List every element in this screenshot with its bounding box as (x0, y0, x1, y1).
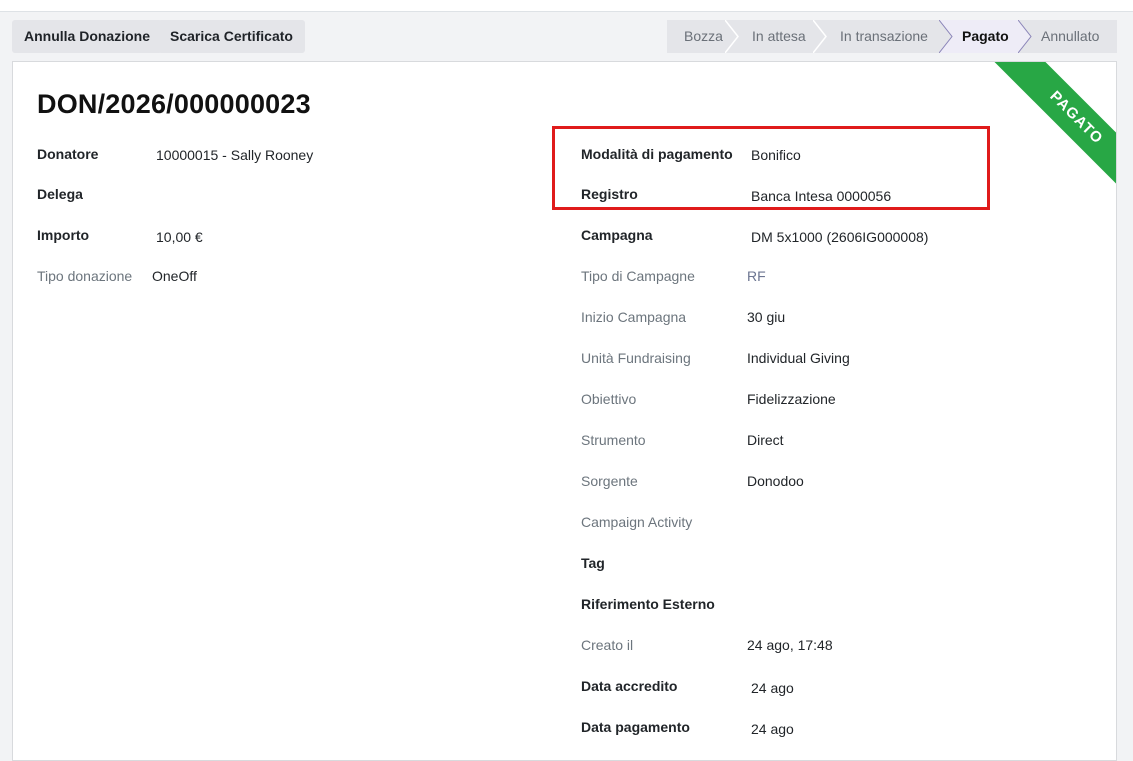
field-label-inizio-campagna: Inizio Campagna (581, 309, 687, 325)
field-label-riferimento-esterno: Riferimento Esterno (581, 596, 715, 612)
stage-pagato[interactable]: Pagato (939, 20, 1032, 53)
field-label-sorgente: Sorgente (581, 473, 638, 489)
field-label-data-accredito: Data accredito (581, 678, 678, 694)
status-ribbon-label: PAGATO (981, 62, 1116, 212)
stage-label: Annullato (1041, 28, 1100, 44)
stage-in-attesa[interactable]: In attesa (732, 20, 827, 53)
field-label-obiettivo: Obiettivo (581, 391, 637, 407)
cancel-donation-button[interactable]: Annulla Donazione (12, 20, 162, 53)
field-value-creato-il: 24 ago, 17:48 (747, 637, 833, 653)
field-label-campagna: Campagna (581, 227, 653, 243)
field-value-strumento: Direct (747, 432, 784, 448)
field-label-strumento: Strumento (581, 432, 646, 448)
field-value-importo[interactable]: 10,00 € (156, 229, 203, 245)
field-value-sorgente: Donodoo (747, 473, 804, 489)
field-label-unita-fundraising: Unità Fundraising (581, 350, 691, 366)
stage-label: Bozza (684, 28, 723, 44)
field-label-data-pagamento: Data pagamento (581, 719, 690, 735)
download-certificate-button[interactable]: Scarica Certificato (158, 20, 305, 53)
field-label-campaign-activity: Campaign Activity (581, 514, 693, 530)
top-divider (0, 0, 1133, 12)
field-value-tipo-campagne: RF (747, 268, 766, 284)
field-value-inizio-campagna: 30 giu (747, 309, 786, 325)
stage-label: In attesa (752, 28, 806, 44)
field-value-unita-fundraising: Individual Giving (747, 350, 850, 366)
stage-in-transazione[interactable]: In transazione (820, 20, 939, 53)
field-value-obiettivo: Fidelizzazione (747, 391, 836, 407)
stage-bozza[interactable]: Bozza (667, 20, 739, 53)
page-title: DON/2026/000000023 (37, 89, 311, 119)
chevron-separator-icon (939, 20, 953, 53)
field-value-donatore[interactable]: 10000015 - Sally Rooney (156, 147, 313, 163)
field-value-data-accredito[interactable]: 24 ago (751, 680, 794, 696)
stage-label: In transazione (840, 28, 928, 44)
stage-label: Pagato (962, 28, 1009, 44)
highlight-box (552, 126, 990, 210)
field-value-campagna[interactable]: DM 5x1000 (2606IG000008) (751, 229, 928, 245)
field-label-tipo-campagne: Tipo di Campagne (581, 268, 695, 284)
field-label-delega: Delega (37, 186, 83, 202)
field-label-importo: Importo (37, 227, 90, 243)
status-bar: Bozza In attesa In transazione Pagato An… (667, 20, 1117, 53)
field-label-donatore: Donatore (37, 146, 99, 162)
field-value-data-pagamento[interactable]: 24 ago (751, 721, 794, 737)
donation-form-sheet: DON/2026/000000023 PAGATO Donatore 10000… (12, 61, 1117, 761)
field-label-tipo-donazione: Tipo donazione (37, 268, 133, 284)
field-value-tipo-donazione: OneOff (152, 268, 197, 284)
field-label-creato-il: Creato il (581, 637, 634, 653)
stage-annullato[interactable]: Annullato (1018, 20, 1117, 53)
field-label-tag: Tag (581, 555, 605, 571)
